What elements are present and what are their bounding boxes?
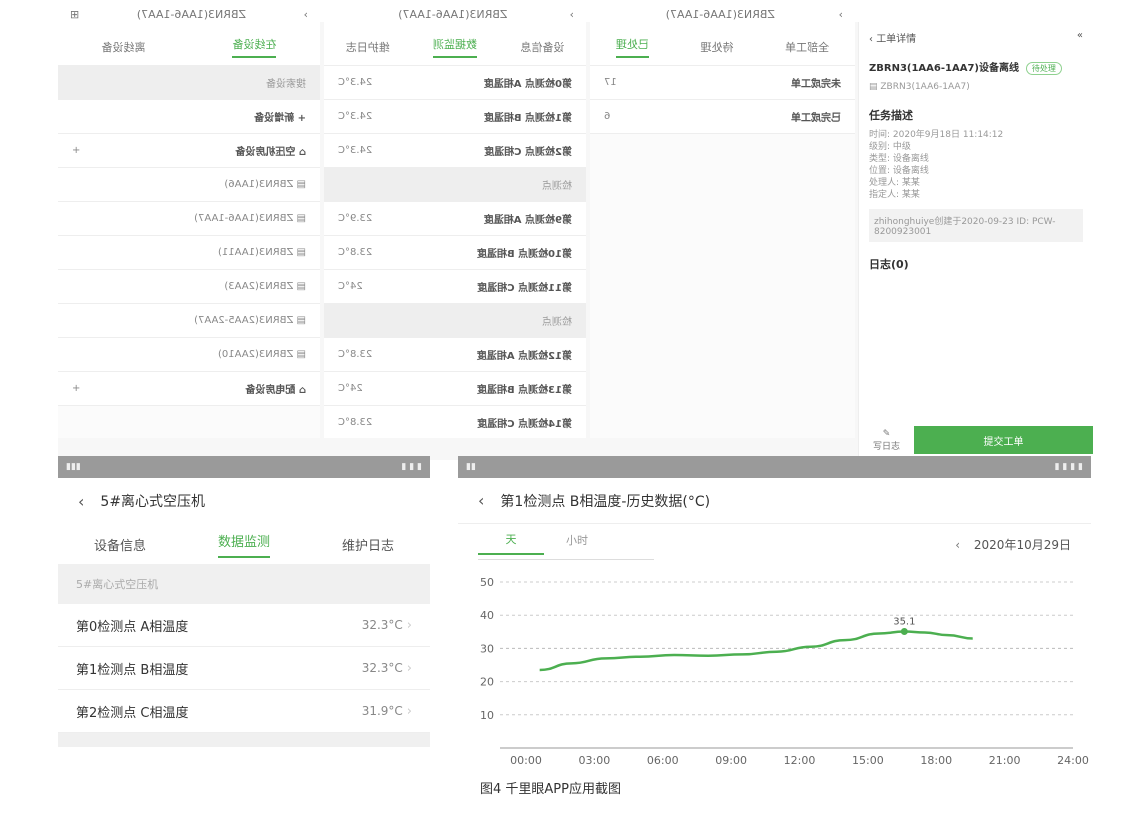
mirrored-measure-list: › ZBRN3(1AA6-1AA7) 设备信息 数据监测 维护日志 第0检测点 A相温…	[324, 0, 586, 438]
log-label: 日志(0)	[869, 258, 909, 271]
desc-line: 指定人: 某某	[869, 190, 920, 200]
detail-header: 工单详情	[876, 34, 917, 45]
status-badge: 待处理	[1025, 62, 1062, 75]
section-desc: 任务描述	[869, 109, 913, 122]
tab-data-monitor[interactable]: 数据监测	[217, 531, 270, 558]
chevron-right-icon: ›	[406, 703, 412, 719]
bottom-spacer	[58, 733, 430, 747]
segment-day[interactable]: 天	[478, 531, 544, 555]
x-tick-label: 06:00	[647, 754, 679, 767]
measure-name: 第2检测点 C相温度	[76, 705, 189, 721]
figure-caption: 图4 千里眼APP应用截图	[480, 782, 621, 797]
write-log-label: 写日志	[872, 441, 900, 452]
device-monitor-panel: ‹ 5#离心式空压机 设备信息 数据监测 维护日志 5#离心式空压机 第0检测点…	[58, 478, 430, 766]
y-tick-label: 20	[480, 676, 494, 689]
back-icon[interactable]: ‹	[78, 492, 84, 511]
pen-icon: ✎	[882, 428, 891, 439]
tab-device-info[interactable]: 设备信息	[94, 535, 146, 554]
measure-value: 32.3°C	[361, 617, 403, 632]
x-tick-label: 09:00	[715, 754, 747, 767]
measure-value: 31.9°C	[361, 703, 403, 718]
measure-name: 第1检测点 B相温度	[76, 662, 189, 678]
chevron-right-icon: ›	[406, 617, 412, 633]
record-line: zhihonghuiye创建于2020-09-23 ID: PCW-820092…	[869, 209, 1083, 242]
y-tick-label: 10	[480, 709, 494, 722]
measure-value: 32.3°C	[361, 660, 403, 675]
chevron-right-icon: ›	[406, 660, 412, 676]
measure-row[interactable]: 第2检测点 C相温度 31.9°C ›	[58, 690, 430, 733]
panel-title: 第1检测点 B相温度-历史数据(°C)	[500, 493, 711, 510]
screenshot-frame: › ZBRN3(1AA6-1AA7) ⊞ 在线设备 离线设备 搜索设备 + 新增设备 …	[0, 0, 1121, 820]
write-log-button[interactable]: ✎ 写日志	[859, 429, 914, 452]
measure-name: 第0检测点 A相温度	[76, 619, 189, 635]
point-label: 35.1	[893, 616, 915, 627]
desc-line: 时间: 2020年9月18日 11:14:12	[869, 130, 1004, 140]
work-order-detail: ‹ 工单详情 « ZBRN3(1AA6-1AA7)设备离线 待处理 ▤ ZBRN…	[858, 22, 1093, 460]
measure-row[interactable]: 第1检测点 B相温度 32.3°C ›	[58, 647, 430, 690]
mirrored-device-list: › ZBRN3(1AA6-1AA7) ⊞ 在线设备 离线设备 搜索设备 + 新增设备 …	[58, 0, 320, 438]
highlight-point	[900, 627, 908, 635]
grid-icon: ⊞	[70, 7, 80, 21]
desc-line: 处理人: 某某	[869, 178, 920, 188]
segment-underline	[478, 559, 654, 560]
tab-maintenance-log[interactable]: 维护日志	[342, 535, 394, 554]
y-tick-label: 40	[480, 609, 494, 622]
device-icon: ▤	[869, 82, 878, 92]
detail-subtitle: ZBRN3(1AA6-1AA7)	[880, 82, 970, 92]
detail-device: ZBRN3(1AA6-1AA7)设备离线	[869, 63, 1019, 74]
back-icon[interactable]: ‹	[869, 34, 873, 45]
chevron-icon: ›	[303, 7, 308, 21]
desc-line: 级别: 中级	[869, 142, 911, 152]
history-line-chart: 10 20 30 40 50 00:00 03:00 06:00 09:00 12:00 15:00…	[480, 576, 1089, 767]
x-tick-label: 24:00	[1057, 754, 1089, 767]
y-tick-label: 50	[480, 576, 494, 589]
panel-title: 5#离心式空压机	[100, 494, 206, 510]
prev-date-icon[interactable]: ‹	[955, 538, 960, 552]
submit-order-button[interactable]: 提交工单	[914, 426, 1093, 454]
status-bar-right: ▮▮ ▮ ▮ ▮ ▮	[458, 456, 1091, 478]
back-icon[interactable]: ‹	[478, 491, 484, 510]
y-tick-label: 30	[480, 642, 494, 655]
desc-line: 位置: 设备离线	[869, 166, 929, 176]
status-bar-left: ▮▮▮ ▮ ▮ ▮	[58, 456, 430, 478]
collapse-icon[interactable]: «	[1077, 30, 1083, 45]
x-tick-label: 12:00	[784, 754, 816, 767]
date-label[interactable]: 2020年10月29日	[974, 538, 1071, 552]
desc-line: 类型: 设备离线	[869, 154, 929, 164]
x-tick-label: 03:00	[579, 754, 611, 767]
segment-hour[interactable]: 小时	[544, 532, 610, 554]
x-tick-label: 15:00	[852, 754, 884, 767]
x-tick-label: 00:00	[510, 754, 542, 767]
mirrored-work-order-list: › ZBRN3(1AA6-1AA7) 全部工单 待处理 已处理 未完成工单 17 已完成…	[590, 0, 855, 438]
x-tick-label: 21:00	[989, 754, 1021, 767]
series-line	[539, 630, 973, 672]
x-tick-label: 18:00	[920, 754, 952, 767]
group-header: 5#离心式空压机	[58, 564, 430, 604]
measure-row[interactable]: 第0检测点 A相温度 32.3°C ›	[58, 604, 430, 647]
